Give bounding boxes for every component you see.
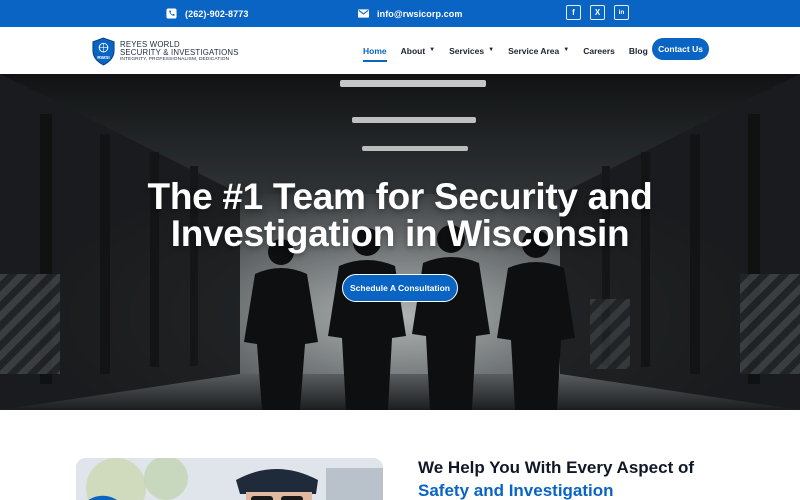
hero-section: The #1 Team for Security and Investigati… [0,74,800,410]
contact-us-button[interactable]: Contact Us [652,38,709,60]
logo-badge-text: RWSI [97,55,110,61]
schedule-consultation-button[interactable]: Schedule A Consultation [342,274,458,302]
logo-line-2: SECURITY & INVESTIGATIONS [120,47,239,57]
chevron-down-icon: ▼ [563,46,570,53]
site-logo[interactable]: RWSI REYES WORLD SECURITY & INVESTIGATIO… [91,37,239,66]
logo-text: REYES WORLD SECURITY & INVESTIGATIONS IN… [120,40,239,63]
social-links: f X in [566,5,629,20]
guard-photo-image [76,458,383,500]
section-heading-line-1: We Help You With Every Aspect of [418,458,694,477]
nav-item-service-area[interactable]: Service Area ▼ [508,46,569,56]
x-twitter-icon[interactable]: X [590,5,605,20]
shield-logo-icon: RWSI [92,37,115,66]
phone-link[interactable]: (262)-902-8773 [166,0,248,27]
intro-section: We Help You With Every Aspect of Safety … [0,410,800,500]
top-contact-bar: (262)-902-8773 info@rwsicorp.com f X in [0,0,800,27]
nav-item-home[interactable]: Home [363,46,387,62]
nav-item-blog[interactable]: Blog [629,46,648,56]
nav-item-careers[interactable]: Careers [583,46,615,56]
site-header: RWSI REYES WORLD SECURITY & INVESTIGATIO… [0,27,800,74]
chevron-down-icon: ▼ [488,46,495,53]
email-link[interactable]: info@rwsicorp.com [358,0,463,27]
security-guard-photo [76,458,383,500]
linkedin-icon[interactable]: in [614,5,629,20]
nav-item-services[interactable]: Services ▼ [449,46,494,56]
facebook-icon[interactable]: f [566,5,581,20]
chevron-down-icon: ▼ [429,46,436,53]
section-heading-line-2: Safety and Investigation [418,481,614,500]
mail-icon [358,9,369,18]
main-nav: Home About ▼ Services ▼ Service Area ▼ C… [363,27,662,74]
email-address: info@rwsicorp.com [377,8,463,19]
nav-item-about[interactable]: About ▼ [401,46,436,56]
phone-icon [166,8,177,19]
hero-title: The #1 Team for Security and Investigati… [147,176,653,254]
logo-tagline: INTEGRITY, PROFESSIONALISM, DEDICATION [120,56,230,62]
phone-number: (262)-902-8773 [185,8,249,19]
